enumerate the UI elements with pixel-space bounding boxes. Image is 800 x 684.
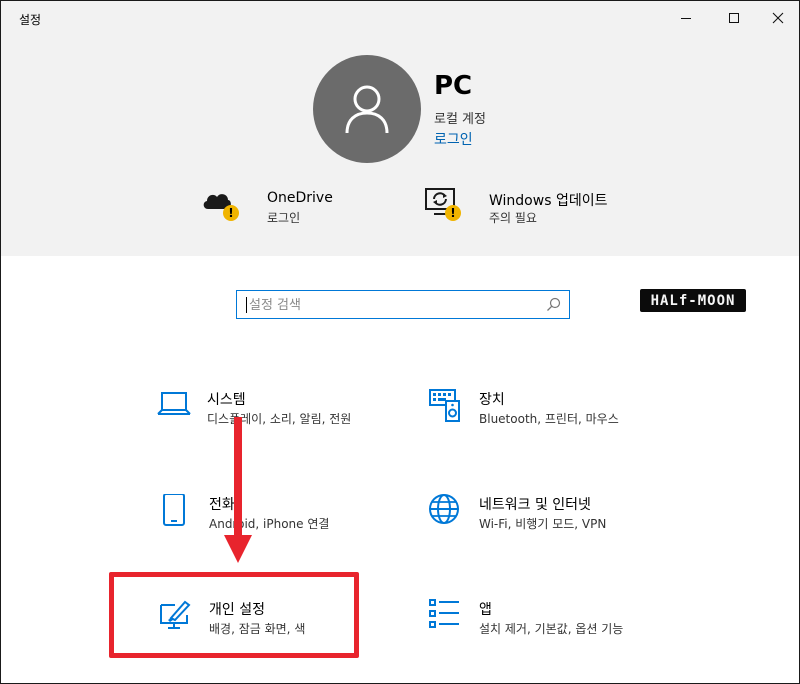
half-moon-logo: HALf-MOON xyxy=(640,289,746,312)
minimize-button[interactable] xyxy=(663,1,709,35)
category-title: 앱 xyxy=(479,602,492,618)
laptop-icon xyxy=(157,392,191,415)
category-network[interactable]: 네트워크 및 인터넷 Wi-Fi, 비행기 모드, VPN xyxy=(429,494,669,534)
minimize-icon xyxy=(681,18,691,19)
annotation-highlight-box xyxy=(109,572,359,658)
close-icon xyxy=(772,12,784,24)
search-box[interactable] xyxy=(236,290,570,320)
keyboard-speaker-icon xyxy=(429,389,460,422)
account-type: 로컬 계정 xyxy=(434,112,486,127)
onedrive-subtitle: 로그인 xyxy=(267,211,301,225)
window-title: 설정 xyxy=(19,13,42,27)
annotation-arrow xyxy=(224,417,252,563)
category-title: 장치 xyxy=(479,392,505,408)
category-title: 네트워크 및 인터넷 xyxy=(479,497,591,513)
category-subtitle: Bluetooth, 프린터, 마우스 xyxy=(479,412,619,426)
onedrive-status[interactable]: ! OneDrive 로그인 xyxy=(201,187,361,231)
globe-icon xyxy=(429,494,459,524)
text-caret xyxy=(246,297,247,313)
user-icon xyxy=(345,85,389,134)
category-system[interactable]: 시스템 디스플레이, 소리, 알림, 전원 xyxy=(157,389,387,429)
windows-update-title: Windows 업데이트 xyxy=(489,193,608,209)
account-name: PC xyxy=(434,71,473,101)
login-link[interactable]: 로그인 xyxy=(434,129,473,149)
warning-badge-onedrive: ! xyxy=(223,205,239,221)
category-phone[interactable]: 전화 Android, iPhone 연결 xyxy=(159,494,389,534)
phone-icon xyxy=(163,494,185,526)
windows-update-status[interactable]: ! Windows 업데이트 주의 필요 xyxy=(423,187,623,231)
category-subtitle: Wi-Fi, 비행기 모드, VPN xyxy=(479,517,607,531)
category-title: 시스템 xyxy=(207,392,246,408)
avatar[interactable] xyxy=(313,55,421,163)
close-button[interactable] xyxy=(755,1,799,35)
category-subtitle: 설치 제거, 기본값, 옵션 기능 xyxy=(479,622,624,636)
maximize-button[interactable] xyxy=(711,1,757,35)
apps-list-icon xyxy=(429,599,459,628)
search-icon[interactable] xyxy=(546,297,561,312)
category-apps[interactable]: 앱 설치 제거, 기본값, 옵션 기능 xyxy=(429,599,669,639)
maximize-icon xyxy=(729,13,739,23)
windows-update-subtitle: 주의 필요 xyxy=(489,211,537,225)
settings-window: 설정 PC 로컬 계정 로그인 ! OneDrive 로그인 ! Windows… xyxy=(0,0,800,684)
search-input[interactable] xyxy=(237,291,551,320)
onedrive-title: OneDrive xyxy=(267,190,333,206)
category-devices[interactable]: 장치 Bluetooth, 프린터, 마우스 xyxy=(429,389,669,429)
warning-badge-update: ! xyxy=(445,205,461,221)
